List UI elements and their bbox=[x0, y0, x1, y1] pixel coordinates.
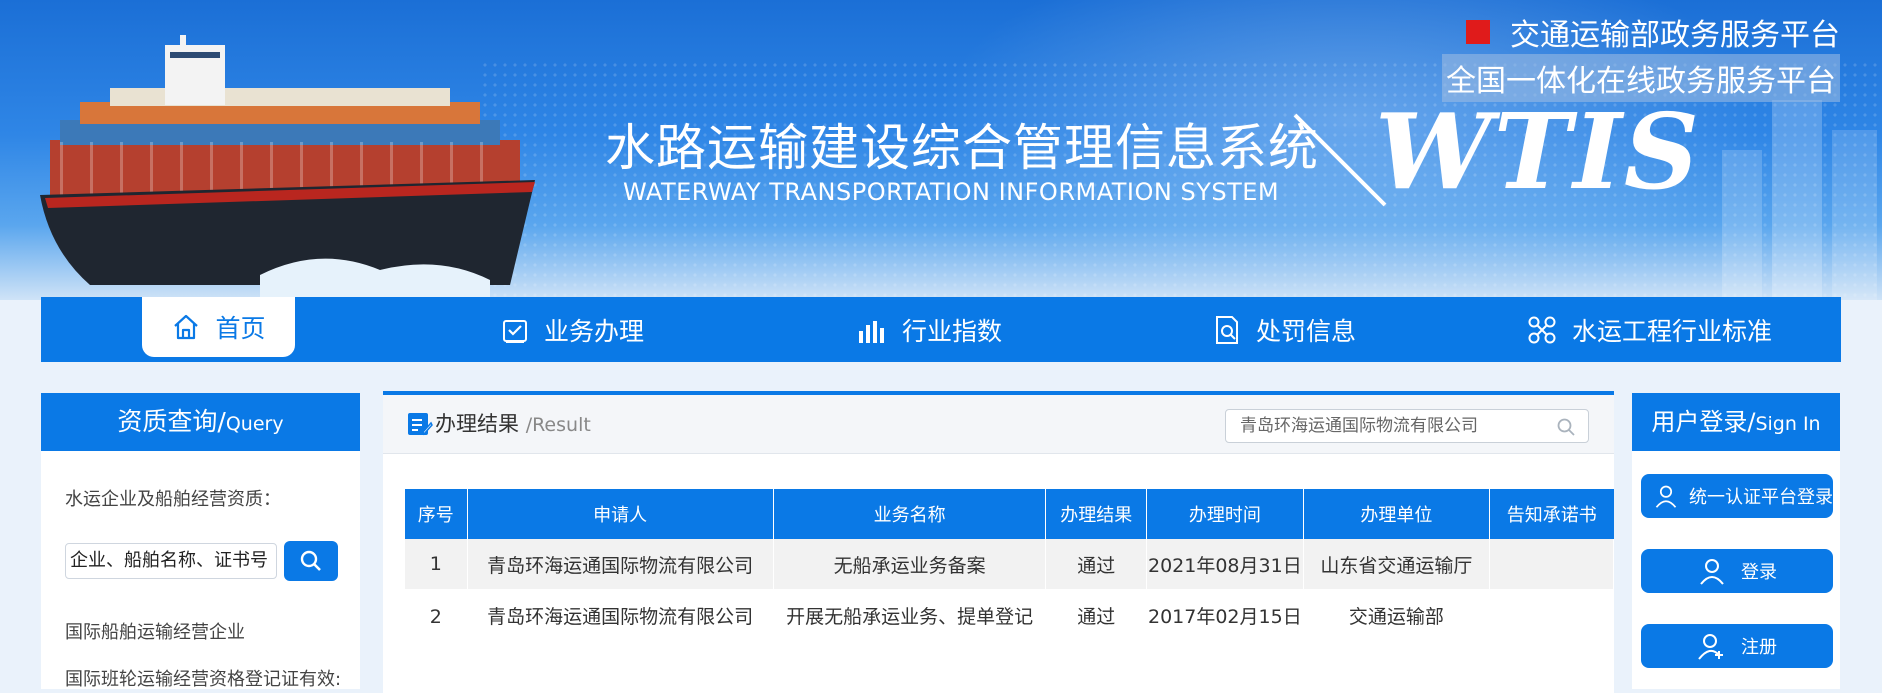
col-header: 序号 bbox=[405, 489, 468, 539]
query-title-cn: 资质查询/ bbox=[117, 407, 226, 436]
scissors-cross-icon bbox=[1528, 316, 1556, 343]
search-icon bbox=[300, 550, 321, 571]
result-search-value: 青岛环海运通国际物流有限公司 bbox=[1240, 416, 1478, 436]
unified-auth-login-button[interactable]: 统一认证平台登录 bbox=[1641, 474, 1833, 518]
system-subtitle: WATERWAY TRANSPORTATION INFORMATION SYST… bbox=[623, 178, 1280, 206]
cell-time: 2017年02月15日 bbox=[1146, 589, 1304, 645]
query-panel-title: 资质查询/Query bbox=[41, 393, 360, 451]
cell-business: 开展无船承运业务、提单登记 bbox=[773, 589, 1047, 645]
checklist-icon bbox=[503, 319, 527, 343]
cell-time: 2021年08月31日 bbox=[1146, 539, 1304, 589]
cargo-ship-graphic bbox=[40, 35, 535, 300]
cell-commitment bbox=[1489, 539, 1614, 589]
button-label: 登录 bbox=[1741, 562, 1777, 583]
user-icon bbox=[1700, 559, 1724, 585]
col-header: 办理结果 bbox=[1045, 489, 1147, 539]
qualification-label: 水运企业及船舶经营资质： bbox=[65, 489, 281, 510]
button-label: 统一认证平台登录 bbox=[1689, 487, 1833, 508]
login-panel: 用户登录/Sign In 统一认证平台登录 登录 注册 bbox=[1632, 393, 1840, 689]
nav-item-penalty[interactable]: 处罚信息 bbox=[1212, 297, 1356, 362]
cell-result: 通过 bbox=[1045, 589, 1147, 645]
login-button[interactable]: 登录 bbox=[1641, 549, 1833, 593]
cell-applicant: 青岛环海运通国际物流有限公司 bbox=[467, 539, 774, 589]
result-panel-header: 办理结果 /Result 青岛环海运通国际物流有限公司 bbox=[383, 395, 1614, 454]
link-intl-shipping-enterprise[interactable]: 国际船舶运输经营企业 bbox=[65, 618, 245, 644]
col-header: 申请人 bbox=[467, 489, 774, 539]
query-panel: 资质查询/Query 水运企业及船舶经营资质： 企业、船舶名称、证书号（ 国际船… bbox=[41, 393, 360, 691]
login-title-en: Sign In bbox=[1755, 413, 1821, 435]
nav-item-label: 行业指数 bbox=[902, 316, 1003, 346]
add-user-icon bbox=[1698, 634, 1723, 660]
login-title-cn: 用户登录/ bbox=[1651, 408, 1756, 436]
col-header: 办理时间 bbox=[1146, 489, 1304, 539]
cell-index: 1 bbox=[405, 539, 468, 589]
cell-applicant: 青岛环海运通国际物流有限公司 bbox=[467, 589, 774, 645]
nav-item-index[interactable]: 行业指数 bbox=[856, 297, 1002, 362]
result-table: 序号 申请人 业务名称 办理结果 办理时间 办理单位 告知承诺书 1 青岛环海运… bbox=[405, 489, 1614, 645]
city-skyline-graphic bbox=[1722, 100, 1877, 300]
bar-chart-icon bbox=[859, 320, 884, 343]
query-title-en: Query bbox=[225, 413, 284, 435]
edit-document-icon bbox=[408, 413, 433, 436]
cell-unit: 交通运输部 bbox=[1303, 589, 1491, 645]
nav-item-business[interactable]: 业务办理 bbox=[500, 297, 644, 362]
result-panel: 办理结果 /Result 青岛环海运通国际物流有限公司 序号 申请人 业务名称 … bbox=[383, 391, 1614, 693]
gov-platform-link[interactable]: 交通运输部政务服务平台 bbox=[1466, 10, 1840, 54]
cell-result: 通过 bbox=[1045, 539, 1147, 589]
cell-index: 2 bbox=[405, 589, 468, 645]
col-header: 告知承诺书 bbox=[1489, 489, 1614, 539]
user-icon bbox=[1655, 485, 1677, 508]
wtis-logo: WTIS bbox=[1375, 90, 1701, 213]
document-search-icon bbox=[1216, 315, 1238, 344]
table-row[interactable]: 1 青岛环海运通国际物流有限公司 无船承运业务备案 通过 2021年08月31日… bbox=[405, 539, 1614, 589]
col-header: 业务名称 bbox=[773, 489, 1047, 539]
login-panel-title: 用户登录/Sign In bbox=[1632, 393, 1840, 451]
result-title-en: /Result bbox=[525, 414, 591, 436]
gov-platform-label: 交通运输部政务服务平台 bbox=[1510, 18, 1840, 53]
qualification-search-input[interactable]: 企业、船舶名称、证书号（ bbox=[65, 543, 277, 579]
qualification-search-button[interactable] bbox=[284, 541, 338, 581]
result-search-input[interactable]: 青岛环海运通国际物流有限公司 bbox=[1225, 409, 1589, 443]
result-title: 办理结果 /Result bbox=[435, 395, 591, 454]
nav-item-home[interactable]: 首页 bbox=[142, 297, 295, 357]
nav-item-label: 处罚信息 bbox=[1256, 316, 1357, 346]
home-icon bbox=[174, 314, 199, 340]
link-liner-registration[interactable]: 国际班轮运输经营资格登记证有效: bbox=[65, 665, 341, 691]
main-nav: 首页 业务办理 行业指数 处罚信息 水运工程行业标准 bbox=[41, 297, 1841, 362]
register-button[interactable]: 注册 bbox=[1641, 624, 1833, 668]
cell-business: 无船承运业务备案 bbox=[773, 539, 1047, 589]
site-header: 水路运输建设综合管理信息系统 WATERWAY TRANSPORTATION I… bbox=[0, 0, 1882, 300]
nav-item-standards[interactable]: 水运工程行业标准 bbox=[1526, 297, 1772, 362]
table-row[interactable]: 2 青岛环海运通国际物流有限公司 开展无船承运业务、提单登记 通过 2017年0… bbox=[405, 589, 1614, 645]
cell-commitment bbox=[1489, 589, 1614, 645]
search-icon[interactable] bbox=[1556, 417, 1576, 437]
table-header-row: 序号 申请人 业务名称 办理结果 办理时间 办理单位 告知承诺书 bbox=[405, 489, 1614, 539]
national-platform-link[interactable]: 全国一体化在线政务服务平台 bbox=[1442, 54, 1840, 102]
button-label: 注册 bbox=[1741, 637, 1777, 658]
nav-item-label: 水运工程行业标准 bbox=[1572, 316, 1773, 346]
col-header: 办理单位 bbox=[1303, 489, 1491, 539]
cell-unit: 山东省交通运输厅 bbox=[1303, 539, 1491, 589]
nav-item-label: 首页 bbox=[215, 314, 266, 343]
nav-item-label: 业务办理 bbox=[544, 316, 645, 346]
result-title-cn: 办理结果 bbox=[435, 412, 519, 436]
red-square-icon bbox=[1466, 20, 1490, 44]
system-title: 水路运输建设综合管理信息系统 bbox=[605, 119, 1319, 177]
